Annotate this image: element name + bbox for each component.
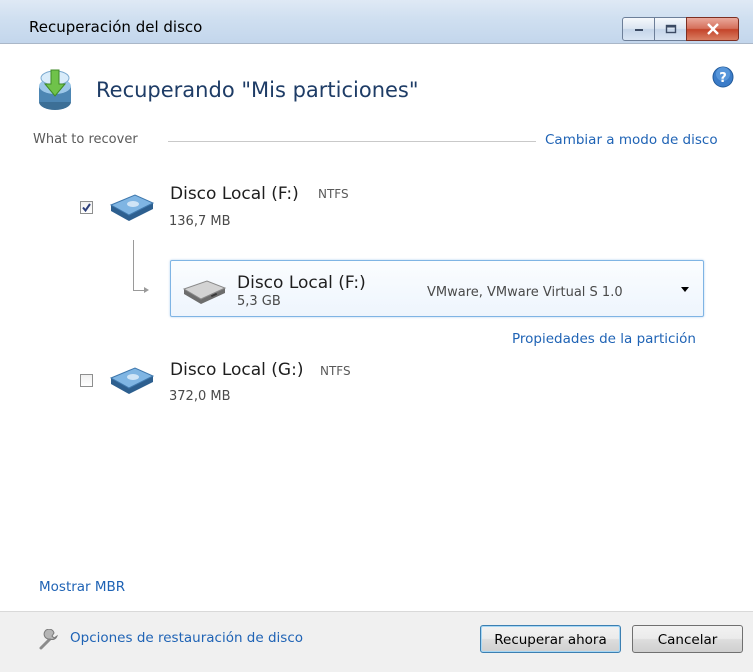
title-bar: Recuperación del disco (0, 0, 753, 44)
disk-recovery-icon (35, 66, 79, 118)
target-disk-name: Disco Local (F:) (237, 273, 366, 293)
footer-bar: Opciones de restauración de disco Recupe… (0, 611, 753, 672)
connector-arrow-icon (144, 287, 149, 293)
section-divider (168, 141, 536, 142)
wrench-icon (38, 628, 60, 655)
disk-name: Disco Local (G:) (170, 360, 304, 380)
maximize-button[interactable] (654, 17, 687, 41)
disk-filesystem: NTFS (318, 187, 349, 201)
maximize-icon (665, 24, 676, 34)
partition-properties-link[interactable]: Propiedades de la partición (512, 331, 696, 347)
disk-checkbox-f[interactable] (80, 201, 93, 214)
chevron-down-icon (681, 287, 689, 292)
disk-checkbox-g[interactable] (80, 374, 93, 387)
show-mbr-link[interactable]: Mostrar MBR (39, 579, 125, 595)
section-label: What to recover (33, 132, 138, 147)
disk-filesystem: NTFS (320, 364, 351, 378)
disk-name: Disco Local (F:) (170, 184, 299, 204)
window-title: Recuperación del disco (29, 18, 203, 36)
target-disk-model: VMware, VMware Virtual S 1.0 (427, 285, 623, 300)
target-partition-dropdown[interactable]: Disco Local (F:) 5,3 GB VMware, VMware V… (170, 260, 704, 317)
target-disk-size: 5,3 GB (237, 294, 281, 309)
hard-disk-gray-icon (181, 280, 229, 312)
disk-size: 372,0 MB (169, 389, 231, 404)
checkmark-icon (82, 203, 91, 213)
help-icon[interactable]: ? (712, 66, 734, 92)
minimize-button[interactable] (622, 17, 655, 41)
cancel-button[interactable]: Cancelar (632, 625, 743, 653)
close-icon (706, 23, 719, 35)
restore-options-link[interactable]: Opciones de restauración de disco (70, 630, 303, 646)
hard-disk-icon (107, 193, 157, 229)
hard-disk-icon (107, 366, 157, 402)
recover-now-button[interactable]: Recuperar ahora (480, 625, 621, 653)
minimize-icon (634, 29, 643, 31)
page-title: Recuperando "Mis particiones" (96, 78, 419, 102)
tree-connector (133, 240, 134, 290)
close-button[interactable] (686, 17, 739, 41)
svg-text:?: ? (719, 71, 727, 86)
switch-disk-mode-link[interactable]: Cambiar a modo de disco (545, 132, 718, 148)
disk-size: 136,7 MB (169, 214, 231, 229)
